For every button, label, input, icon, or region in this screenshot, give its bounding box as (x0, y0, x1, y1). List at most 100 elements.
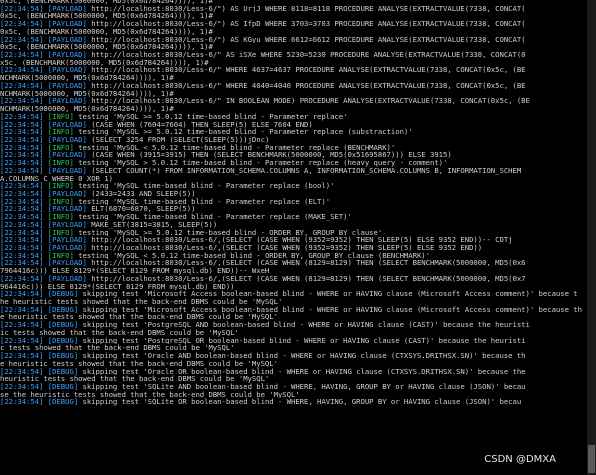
log-timestamp: [22:34:54] (0, 336, 44, 345)
log-level-debug: [DEBUG] (47, 305, 79, 314)
log-level-payload: [PAYLOAD] (47, 51, 87, 59)
log-line: se the heuristic tests showed that the b… (0, 391, 586, 399)
log-line: [22:34:54] [DEBUG] skipping test 'Postgr… (0, 337, 586, 345)
log-message: skipping test 'Microsoft Access boolean-… (82, 290, 578, 299)
log-level-info: [INFO] (47, 197, 74, 206)
log-level-payload: [PAYLOAD] (47, 81, 87, 90)
log-line: e heuristic tests showed that the back-e… (0, 313, 586, 321)
log-timestamp: [22:34:54] (0, 274, 44, 283)
log-message: (CASE WHEN (3915=3915) THEN (SELECT BENC… (91, 151, 452, 160)
log-message: testing 'MySQL > 5.0.12 time-based blind… (78, 159, 448, 167)
log-line: [22:34:54] [PAYLOAD] (SELECT 3254 FROM (… (0, 136, 586, 144)
log-message: ic tests showed that the back-end DBMS c… (0, 328, 239, 337)
log-line: NCHMARK(5000000, MD5(0x6d784264)))), 1)# (0, 105, 586, 113)
scrollbar-thumb[interactable] (588, 445, 595, 473)
log-message: e heuristic tests showed that the back-e… (0, 359, 278, 368)
log-line: he heuristic tests showed that the back-… (0, 298, 586, 306)
log-message: http://localhost:8030/Less-6/" IN BOOLEA… (91, 97, 530, 106)
log-timestamp: [22:34:54] (0, 352, 44, 360)
log-message: A.COLUMNS C WHERE 0 XOR 1) (0, 174, 113, 183)
log-line: [22:34:54] [INFO] testing 'MySQL > 5.0.1… (0, 159, 586, 167)
log-level-info: [INFO] (47, 251, 74, 260)
log-line: [22:34:54] [DEBUG] skipping test 'SQLite… (0, 398, 586, 406)
log-timestamp: [22:34:54] (0, 120, 44, 129)
csdn-watermark: CSDN @DMXA (482, 454, 558, 465)
log-line: e heuristic tests showed that the back-e… (0, 360, 586, 368)
log-level-payload: [PAYLOAD] (47, 189, 87, 198)
log-message: se the heuristic tests showed that the b… (0, 390, 300, 399)
log-level-payload: [PAYLOAD] (47, 35, 87, 44)
log-line: [22:34:54] [INFO] testing 'MySQL >= 5.0.… (0, 128, 586, 136)
log-message: http://localhost:8030/Less-6/") AS UrjJ … (91, 4, 526, 13)
log-line: 0x5c, (BENCHMARK(5000000, MD5(0x6d784264… (0, 12, 586, 20)
log-timestamp: [22:34:54] (0, 135, 44, 144)
log-message: e heuristic tests showed that the back-e… (0, 313, 278, 322)
log-level-payload: [PAYLOAD] (47, 20, 87, 28)
log-message: x5c, (BENCHMARK(5000000, MD5(0x6d784264)… (0, 58, 209, 67)
log-line: [22:34:54] [PAYLOAD] http://localhost:80… (0, 259, 586, 267)
log-line: 964416c))) ELSE 8129*(SELECT 8129 FROM m… (0, 283, 586, 291)
log-timestamp: [22:34:54] (0, 220, 44, 229)
log-message: (SELECT 3254 FROM (SELECT(SLEEP(5)))jDnc… (91, 135, 270, 144)
log-message: heuristic tests showed that the back-end… (0, 375, 270, 383)
log-line: [22:34:54] [INFO] testing 'MySQL < 5.0.1… (0, 252, 586, 260)
log-message: http://localhost:8030/Less-6/") AS IfpD … (91, 20, 526, 28)
log-line: heuristic tests showed that the back-end… (0, 375, 586, 383)
log-line: [22:34:54] [PAYLOAD] http://localhost:80… (0, 244, 586, 252)
log-timestamp: [22:34:54] (0, 236, 44, 244)
log-message: NCHMARK(5000000, MD5(0x6d784264)))), 1)# (0, 89, 174, 98)
log-line: 0x5c, (BENCHMARK(5000000, MD5(0x6d784264… (0, 43, 586, 51)
log-message: skipping test 'SQLite AND boolean-based … (82, 382, 526, 391)
log-message: http://localhost:8030/Less-6/,(SELECT (C… (91, 259, 526, 268)
log-message: (SELECT COUNT(*) FROM INFORMATION_SCHEMA… (91, 166, 522, 175)
log-line: [22:34:54] [INFO] testing 'MySQL time-ba… (0, 182, 586, 190)
log-level-info: [INFO] (47, 143, 74, 152)
log-level-payload: [PAYLOAD] (47, 4, 87, 13)
log-timestamp: [22:34:54] (0, 51, 44, 59)
vertical-scrollbar[interactable] (587, 0, 596, 475)
log-timestamp: [22:34:54] (0, 151, 44, 160)
log-line: [22:34:54] [PAYLOAD] http://localhost:80… (0, 236, 586, 244)
log-message: NCHMARK(5000000, MD5(0x6d784264)))), 1)# (0, 105, 174, 113)
log-line: [22:34:54] [INFO] testing 'MySQL time-ba… (0, 213, 586, 221)
log-timestamp: [22:34:54] (0, 143, 44, 152)
log-line: [22:34:54] [DEBUG] skipping test 'Oracle… (0, 352, 586, 360)
log-line: [22:34:54] [PAYLOAD] http://localhost:80… (0, 97, 586, 105)
log-message: 0x5c, (BENCHMARK(5000000, MD5(0x6d784264… (0, 27, 213, 36)
log-timestamp: [22:34:54] (0, 290, 44, 299)
log-level-payload: [PAYLOAD] (47, 166, 87, 175)
log-level-debug: [DEBUG] (47, 382, 79, 391)
log-message: testing 'MySQL < 5.0.12 time-based blind… (78, 251, 430, 260)
log-level-debug: [DEBUG] (47, 352, 79, 360)
log-message: MAKE_SET(3815=3815, SLEEP(5)) (91, 220, 218, 229)
log-timestamp: [22:34:54] (0, 128, 44, 136)
log-timestamp: [22:34:54] (0, 97, 44, 106)
log-line: [22:34:54] [PAYLOAD] http://localhost:80… (0, 5, 586, 13)
log-line: [22:34:54] [PAYLOAD] http://localhost:80… (0, 275, 586, 283)
log-line: NCHMARK(5000000, MD5(0x6d784264)))), 1)# (0, 90, 586, 98)
log-timestamp: [22:34:54] (0, 205, 44, 214)
log-message: skipping test 'Microsoft Access boolean-… (82, 305, 583, 314)
log-message: testing 'MySQL >= 5.0.12 time-based blin… (78, 128, 413, 136)
log-timestamp: [22:34:54] (0, 112, 44, 121)
log-timestamp: [22:34:54] (0, 382, 44, 391)
log-message: 964416c))) ELSE 8129*(SELECT 8129 FROM m… (0, 282, 235, 291)
log-level-payload: [PAYLOAD] (47, 236, 87, 244)
log-message: 0x5c, (BENCHMARK(5000000, MD5(0x6d784264… (0, 43, 213, 52)
log-line: [22:34:54] [PAYLOAD] http://localhost:80… (0, 36, 586, 44)
log-timestamp: [22:34:54] (0, 228, 44, 237)
log-line: [22:34:54] [INFO] testing 'MySQL < 5.0.1… (0, 144, 586, 152)
log-line: [22:34:54] [INFO] testing 'MySQL >= 5.0.… (0, 229, 586, 237)
log-line: [22:34:54] [PAYLOAD] (CASE WHEN (3915=39… (0, 151, 586, 159)
log-message: skipping test 'PostgreSQL OR boolean-bas… (82, 336, 526, 345)
log-level-debug: [DEBUG] (47, 321, 79, 329)
log-level-debug: [DEBUG] (47, 290, 79, 299)
log-timestamp: [22:34:54] (0, 66, 44, 75)
log-timestamp: [22:34:54] (0, 367, 44, 376)
log-level-info: [INFO] (47, 182, 74, 190)
log-level-payload: [PAYLOAD] (47, 220, 87, 229)
terminal-window[interactable]: 0x5c, (BENCHMARK(5000000, MD5(0x6d784264… (0, 0, 596, 475)
log-timestamp: [22:34:54] (0, 189, 44, 198)
log-level-info: [INFO] (47, 228, 74, 237)
log-message: http://localhost:8030/Less-6/" AS iSXe W… (91, 51, 526, 59)
